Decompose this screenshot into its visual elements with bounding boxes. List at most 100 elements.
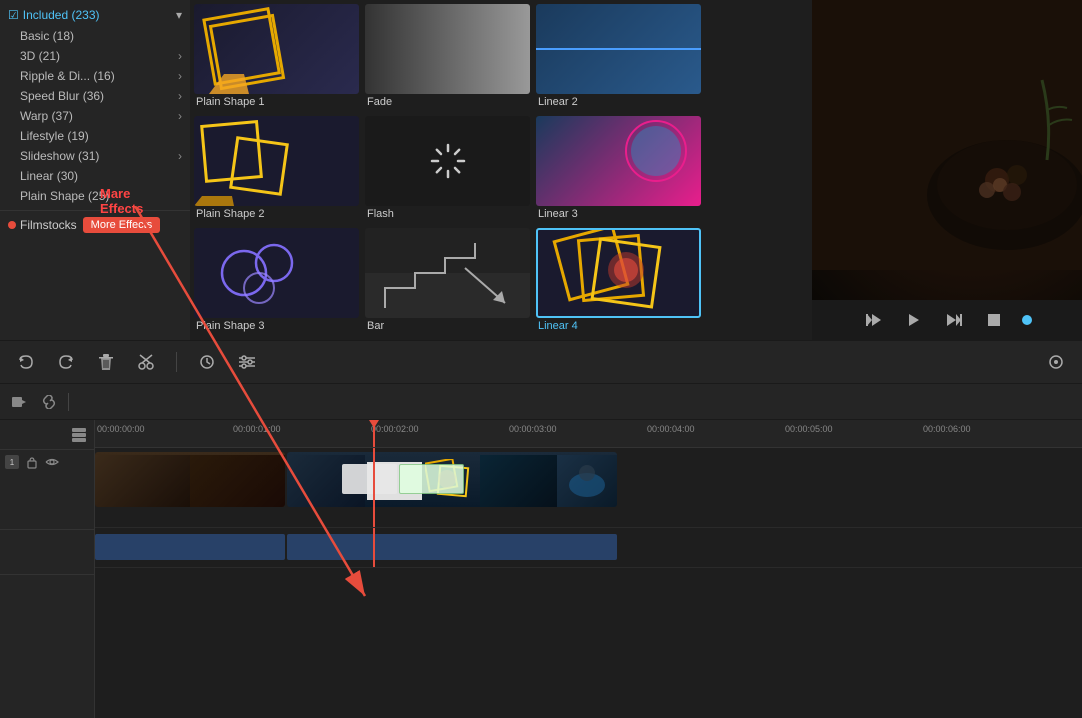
- linear-3-svg: [536, 116, 701, 206]
- effect-label-flash: Flash: [365, 206, 530, 222]
- ruler-mark-1: 00:00:01:00: [233, 420, 281, 434]
- play-button[interactable]: [902, 308, 926, 332]
- effect-item-bar[interactable]: Bar: [365, 228, 530, 334]
- audio-clip-travel[interactable]: [287, 534, 617, 560]
- sidebar-item-warp[interactable]: Warp (37) ›: [0, 106, 190, 126]
- chevron-down-icon: ▾: [176, 8, 182, 22]
- sidebar-item-ripple[interactable]: Ripple & Di... (16) ›: [0, 66, 190, 86]
- toolbar-separator: [176, 352, 177, 372]
- effect-thumb-plain-shape-2: [194, 116, 359, 206]
- effect-item-fade[interactable]: Fade: [365, 4, 530, 110]
- stop-button[interactable]: [982, 308, 1006, 332]
- progress-indicator[interactable]: [1022, 315, 1032, 325]
- undo-button[interactable]: [12, 348, 40, 376]
- sidebar-item-slideshow[interactable]: Slideshow (31) ›: [0, 146, 190, 166]
- effect-item-linear-3[interactable]: Linear 3: [536, 116, 701, 222]
- effect-bar-white[interactable]: [342, 464, 397, 494]
- history-button[interactable]: [193, 348, 221, 376]
- included-label: Included (233): [23, 8, 100, 22]
- timeline-header: [0, 384, 1082, 420]
- effect-label-plain-shape-1: Plain Shape 1: [194, 94, 359, 110]
- sport-svg: [557, 455, 617, 507]
- effect-thumb-fade: [365, 4, 530, 94]
- link-icon: [42, 395, 56, 409]
- timeline-left-panel: 1: [0, 420, 95, 718]
- effect-thumb-linear-4: [536, 228, 701, 318]
- ruler-mark-0: 00:00:00:00: [95, 420, 145, 434]
- sidebar-item-3d[interactable]: 3D (21) ›: [0, 46, 190, 66]
- delete-button[interactable]: [92, 348, 120, 376]
- check-icon: ☑: [8, 8, 19, 22]
- header-separator: [68, 393, 69, 411]
- effect-item-flash[interactable]: @keyframes spin { from { transform: rota…: [365, 116, 530, 222]
- effect-label-plain-shape-3: Plain Shape 3: [194, 318, 359, 334]
- preview-image: [812, 0, 1082, 300]
- effect-thumb-bar: [365, 228, 530, 318]
- timeline-ruler-and-tracks: 00:00:00:00 00:00:01:00 00:00:02:00 00:0…: [95, 420, 1082, 718]
- video-clip-plating[interactable]: Plating_Food: [95, 452, 285, 507]
- cut-button[interactable]: [132, 348, 160, 376]
- sidebar-included[interactable]: ☑ Included (233) ▾: [0, 4, 190, 26]
- more-settings-button[interactable]: [1042, 348, 1070, 376]
- effect-bar-green[interactable]: [399, 464, 464, 494]
- sidebar-item-label: Linear (30): [20, 169, 78, 183]
- effect-thumb-plain-shape-1: [194, 4, 359, 94]
- effect-item-plain-shape-2[interactable]: Plain Shape 2: [194, 116, 359, 222]
- effect-item-plain-shape-1[interactable]: Plain Shape 1: [194, 4, 359, 110]
- sidebar-item-label: Speed Blur (36): [20, 89, 104, 103]
- sidebar-item-label: Ripple & Di... (16): [20, 69, 115, 83]
- video-clip-travel[interactable]: Travel_05: [287, 452, 617, 507]
- filmstocks-dot: [8, 221, 16, 229]
- audio-clip-plating[interactable]: [95, 534, 285, 560]
- eye-icon: [45, 457, 59, 467]
- sidebar-item-basic[interactable]: Basic (18): [0, 26, 190, 46]
- redo-button[interactable]: [52, 348, 80, 376]
- flash-spinner-svg: @keyframes spin { from { transform: rota…: [428, 141, 468, 181]
- add-media-button[interactable]: [8, 391, 30, 413]
- effect-label-fade: Fade: [365, 94, 530, 110]
- skip-forward-button[interactable]: [942, 308, 966, 332]
- chevron-right-icon: ›: [178, 149, 182, 163]
- more-settings-icon: [1048, 354, 1064, 370]
- ruler-mark-3: 00:00:03:00: [509, 420, 557, 434]
- sidebar-item-speedblur[interactable]: Speed Blur (36) ›: [0, 86, 190, 106]
- lock-button[interactable]: [24, 454, 40, 470]
- track-number-icon: 1: [4, 454, 20, 470]
- timeline-content: 1: [0, 420, 1082, 718]
- sidebar-item-linear[interactable]: Linear (30): [0, 166, 190, 186]
- ruler-label-1: 00:00:01:00: [233, 424, 281, 434]
- ruler-label-3: 00:00:03:00: [509, 424, 557, 434]
- play-icon: [906, 312, 922, 328]
- skip-forward-icon: [946, 312, 962, 328]
- redo-icon: [58, 354, 74, 370]
- plain-shape-3-svg: [194, 228, 359, 318]
- effect-thumb-flash: @keyframes spin { from { transform: rota…: [365, 116, 530, 206]
- more-effects-button[interactable]: More Effects: [83, 217, 161, 233]
- add-media-icon: [12, 395, 26, 409]
- svg-text:1: 1: [10, 458, 15, 467]
- link-button[interactable]: [38, 391, 60, 413]
- linear-2-svg: [536, 4, 701, 94]
- ruler-label-4: 00:00:04:00: [647, 424, 695, 434]
- sidebar-item-label: 3D (21): [20, 49, 60, 63]
- timeline-tracks-area: Plating_Food Travel_05: [95, 448, 1082, 718]
- track-label-icons-video: 1: [4, 454, 60, 470]
- sidebar-item-plainshape[interactable]: Plain Shape (25): [0, 186, 190, 206]
- skip-back-icon: [866, 312, 882, 328]
- effect-item-linear-2[interactable]: Linear 2: [536, 4, 701, 110]
- effect-item-plain-shape-3[interactable]: Plain Shape 3: [194, 228, 359, 334]
- visibility-button[interactable]: [44, 454, 60, 470]
- chevron-right-icon: ›: [178, 109, 182, 123]
- ruler-marks: 00:00:00:00 00:00:01:00 00:00:02:00 00:0…: [95, 420, 1082, 447]
- preview-food-svg: [812, 0, 1082, 270]
- preview-panel: [812, 0, 1082, 340]
- settings-button[interactable]: [233, 348, 261, 376]
- layer-icon: [72, 428, 86, 442]
- lock-icon: [26, 456, 38, 469]
- skip-back-button[interactable]: [862, 308, 886, 332]
- effect-item-linear-4[interactable]: Linear 4: [536, 228, 701, 334]
- track-layer-button[interactable]: [70, 426, 88, 444]
- ruler-mark-6: 00:00:06:00: [923, 420, 971, 434]
- plating-thumbs: [95, 455, 285, 507]
- sidebar-item-lifestyle[interactable]: Lifestyle (19): [0, 126, 190, 146]
